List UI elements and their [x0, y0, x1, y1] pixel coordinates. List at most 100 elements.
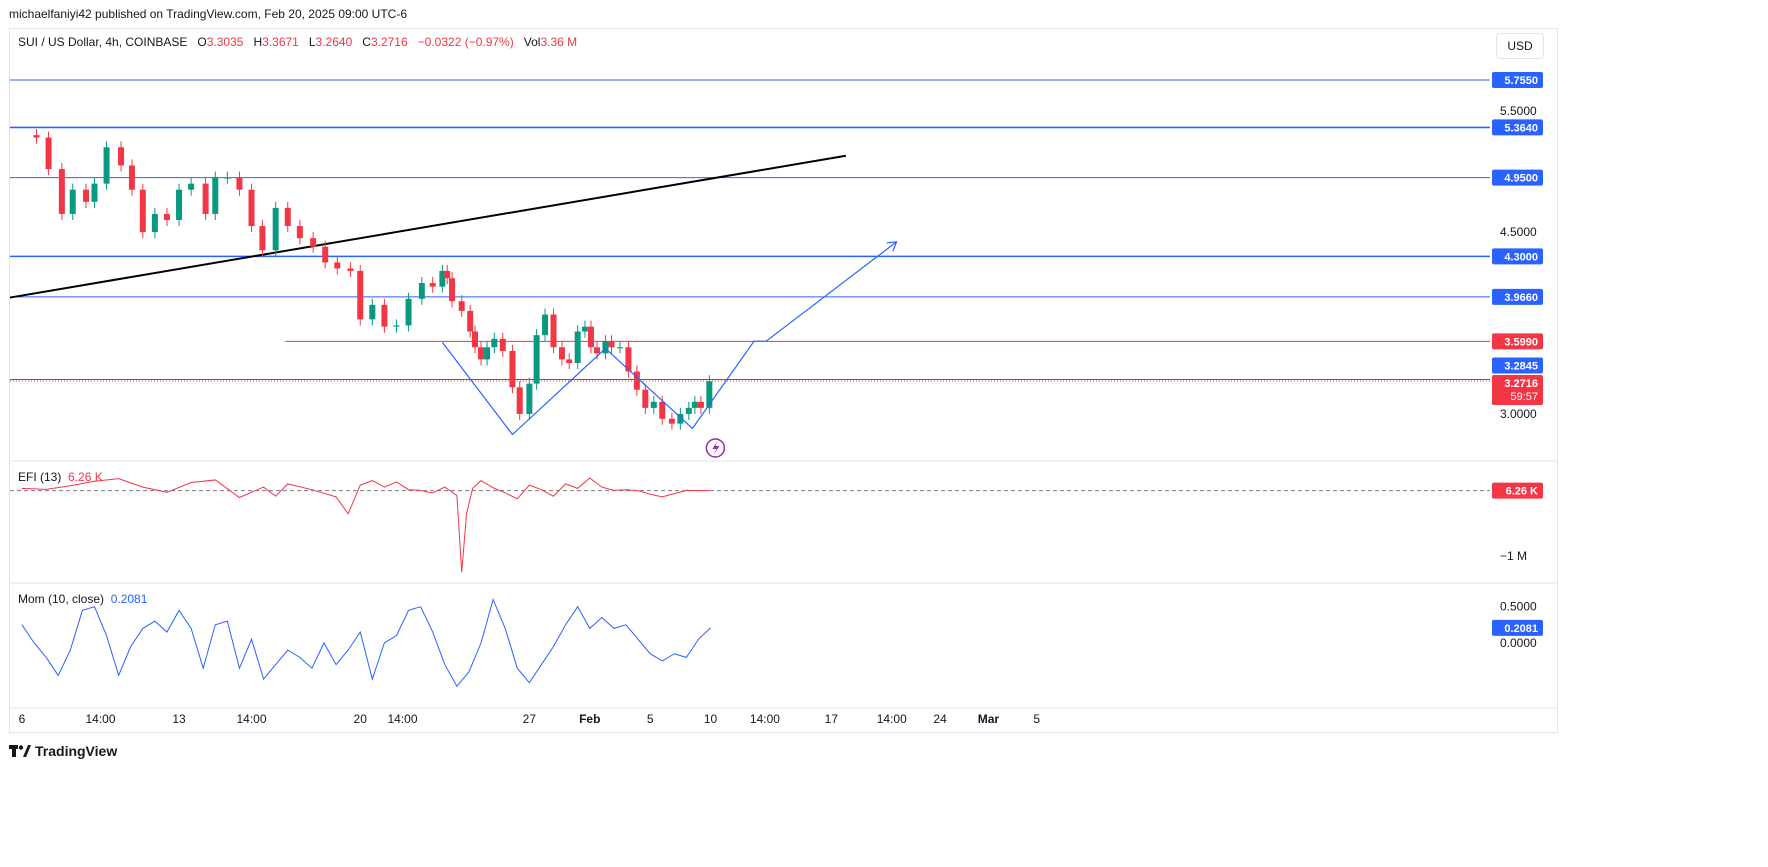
x-tick-label: Feb — [579, 712, 600, 726]
candle — [45, 137, 52, 170]
candle — [458, 301, 465, 311]
candle — [272, 207, 279, 251]
candle — [393, 325, 400, 327]
candle — [58, 169, 65, 214]
candle — [296, 226, 303, 239]
candle — [334, 262, 341, 269]
candle — [357, 270, 364, 320]
x-tick-label: 14:00 — [877, 712, 907, 726]
candle — [284, 207, 291, 227]
candle — [602, 341, 609, 354]
close-label: C — [362, 35, 371, 49]
x-tick-label: 14:00 — [237, 712, 267, 726]
resistance-tag: 3.5990 — [1504, 336, 1538, 348]
mom-value: 0.2081 — [110, 592, 148, 606]
candle — [550, 314, 557, 348]
candle — [484, 347, 491, 360]
candle — [418, 283, 425, 299]
candle — [574, 331, 581, 364]
change-value: −0.0322 (−0.97%) — [417, 35, 514, 49]
current-price-tag-countdown: 59:57 — [1510, 391, 1538, 403]
efi-line — [21, 477, 711, 573]
current-price-tag: 3.2716 — [1504, 378, 1538, 390]
candle — [236, 177, 243, 190]
mom-title: Mom (10, close) — [18, 592, 105, 606]
candle — [347, 268, 354, 271]
candle — [202, 183, 209, 214]
high-label: H — [253, 35, 263, 49]
candle — [151, 213, 158, 233]
projection-path — [441, 241, 897, 436]
mom-value-tag: 0.2081 — [1504, 623, 1538, 635]
candle — [608, 341, 615, 348]
efi-legend: EFI (13) 6.26 K — [18, 470, 103, 484]
level-tag: 5.7550 — [1504, 75, 1538, 87]
candle — [642, 389, 649, 408]
y-tick-label: 5.5000 — [1500, 104, 1537, 118]
candle — [449, 278, 456, 302]
level-tag: 4.3000 — [1504, 251, 1538, 263]
open-value: 3.3035 — [206, 35, 244, 49]
symbol-name: SUI / US Dollar, 4h, COINBASE — [18, 35, 188, 49]
candle — [248, 189, 255, 227]
candle — [691, 401, 698, 408]
level-tag: 4.9500 — [1504, 173, 1538, 185]
currency-button[interactable]: USD — [1496, 33, 1544, 59]
candle — [83, 189, 90, 202]
x-tick-label: 6 — [19, 712, 26, 726]
candle — [188, 183, 195, 190]
candle — [650, 401, 657, 408]
candle — [163, 213, 170, 220]
efi-y-tick: −1 M — [1500, 549, 1527, 563]
candle — [566, 359, 573, 364]
y-tick-label: 3.0000 — [1500, 407, 1537, 421]
close-value: 3.2716 — [370, 35, 408, 49]
candle — [128, 165, 135, 190]
candle — [685, 407, 692, 414]
x-tick-label: Mar — [978, 712, 1000, 726]
candle — [118, 147, 125, 166]
mom-y-tick: 0.5000 — [1500, 600, 1537, 614]
candle — [444, 270, 451, 279]
symbol-legend: SUI / US Dollar, 4h, COINBASE O3.3035 H3… — [18, 35, 577, 49]
candle — [509, 350, 516, 388]
candle — [405, 298, 412, 326]
candle — [69, 189, 76, 214]
x-tick-label: 14:00 — [750, 712, 780, 726]
candle — [668, 418, 675, 424]
footer-brand[interactable]: TradingView — [9, 743, 117, 759]
candle — [176, 189, 183, 220]
x-tick-label: 17 — [825, 712, 839, 726]
candle — [369, 304, 376, 320]
brand-name: TradingView — [35, 743, 118, 759]
candle — [429, 283, 436, 287]
tradingview-logo-icon — [9, 745, 31, 757]
candle — [322, 246, 329, 263]
candle — [587, 326, 594, 348]
chart-canvas[interactable]: 5.7550 5.3640 4.9500 4.3000 3.9660 3.5990 3.28… — [0, 0, 1568, 768]
candle — [633, 371, 640, 390]
candle — [91, 183, 98, 202]
x-tick-label: 5 — [647, 712, 654, 726]
candle — [526, 383, 533, 414]
y-tick-label: 4.5000 — [1500, 225, 1537, 239]
x-tick-label: 24 — [933, 712, 947, 726]
candle — [103, 147, 110, 184]
x-tick-label: 27 — [523, 712, 537, 726]
trend-line — [9, 154, 847, 299]
candle — [516, 387, 523, 414]
candle — [259, 226, 266, 251]
x-tick-label: 10 — [704, 712, 718, 726]
volume-value: 3.36 M — [540, 35, 578, 49]
mom-line — [21, 597, 711, 688]
x-tick-label: 20 — [354, 712, 368, 726]
mom-legend: Mom (10, close) 0.2081 — [18, 592, 147, 606]
level-tag: 5.3640 — [1504, 122, 1538, 134]
candle — [499, 338, 506, 351]
candle — [616, 347, 623, 349]
candle — [139, 189, 146, 233]
volume-label: Vol — [523, 35, 541, 49]
candle — [478, 347, 485, 360]
efi-title: EFI (13) — [18, 470, 62, 484]
candle — [381, 304, 388, 327]
